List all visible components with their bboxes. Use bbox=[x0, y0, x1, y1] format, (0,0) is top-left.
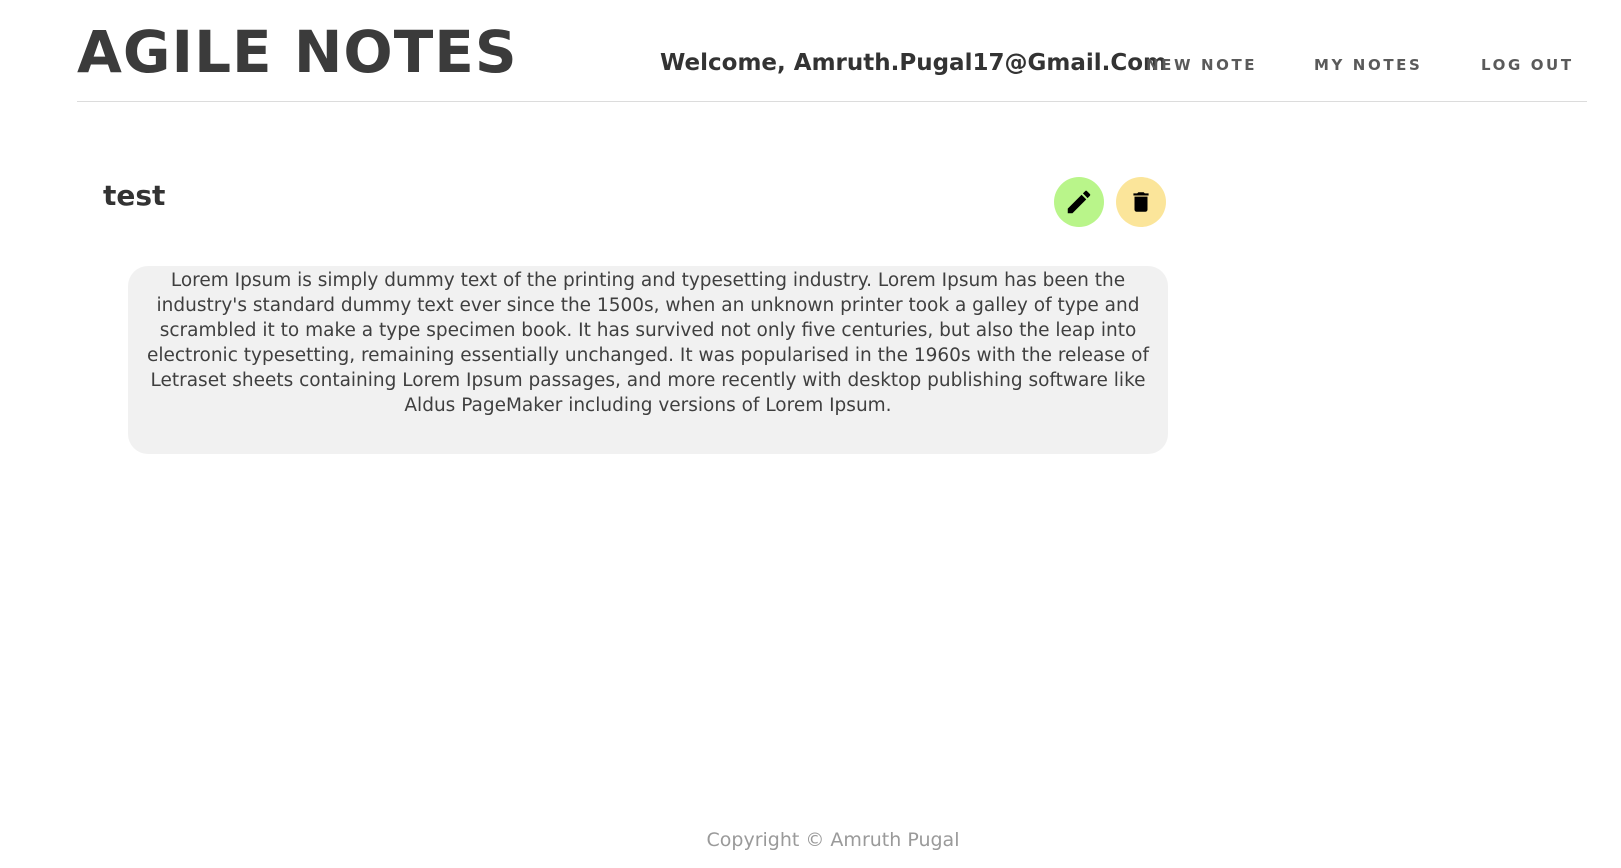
edit-note-button[interactable] bbox=[1054, 177, 1104, 227]
header: AGILE NOTES Welcome, Amruth.Pugal17@Gmai… bbox=[77, 0, 1587, 102]
nav-log-out[interactable]: LOG OUT bbox=[1481, 55, 1574, 75]
welcome-message: Welcome, Amruth.Pugal17@Gmail.Com bbox=[660, 50, 1167, 76]
nav-new-note[interactable]: NEW NOTE bbox=[1146, 55, 1257, 75]
footer-copyright: Copyright © Amruth Pugal bbox=[706, 829, 960, 851]
note-content: Lorem Ipsum is simply dummy text of the … bbox=[146, 270, 1150, 416]
delete-note-button[interactable] bbox=[1116, 177, 1166, 227]
page: AGILE NOTES Welcome, Amruth.Pugal17@Gmai… bbox=[0, 0, 1621, 868]
brand-logo[interactable]: AGILE NOTES bbox=[77, 20, 518, 84]
pencil-icon bbox=[1067, 190, 1091, 214]
trash-icon bbox=[1133, 192, 1149, 212]
nav-my-notes[interactable]: MY NOTES bbox=[1314, 55, 1422, 75]
note-title: test bbox=[103, 179, 166, 212]
note-body: Lorem Ipsum is simply dummy text of the … bbox=[128, 266, 1168, 454]
